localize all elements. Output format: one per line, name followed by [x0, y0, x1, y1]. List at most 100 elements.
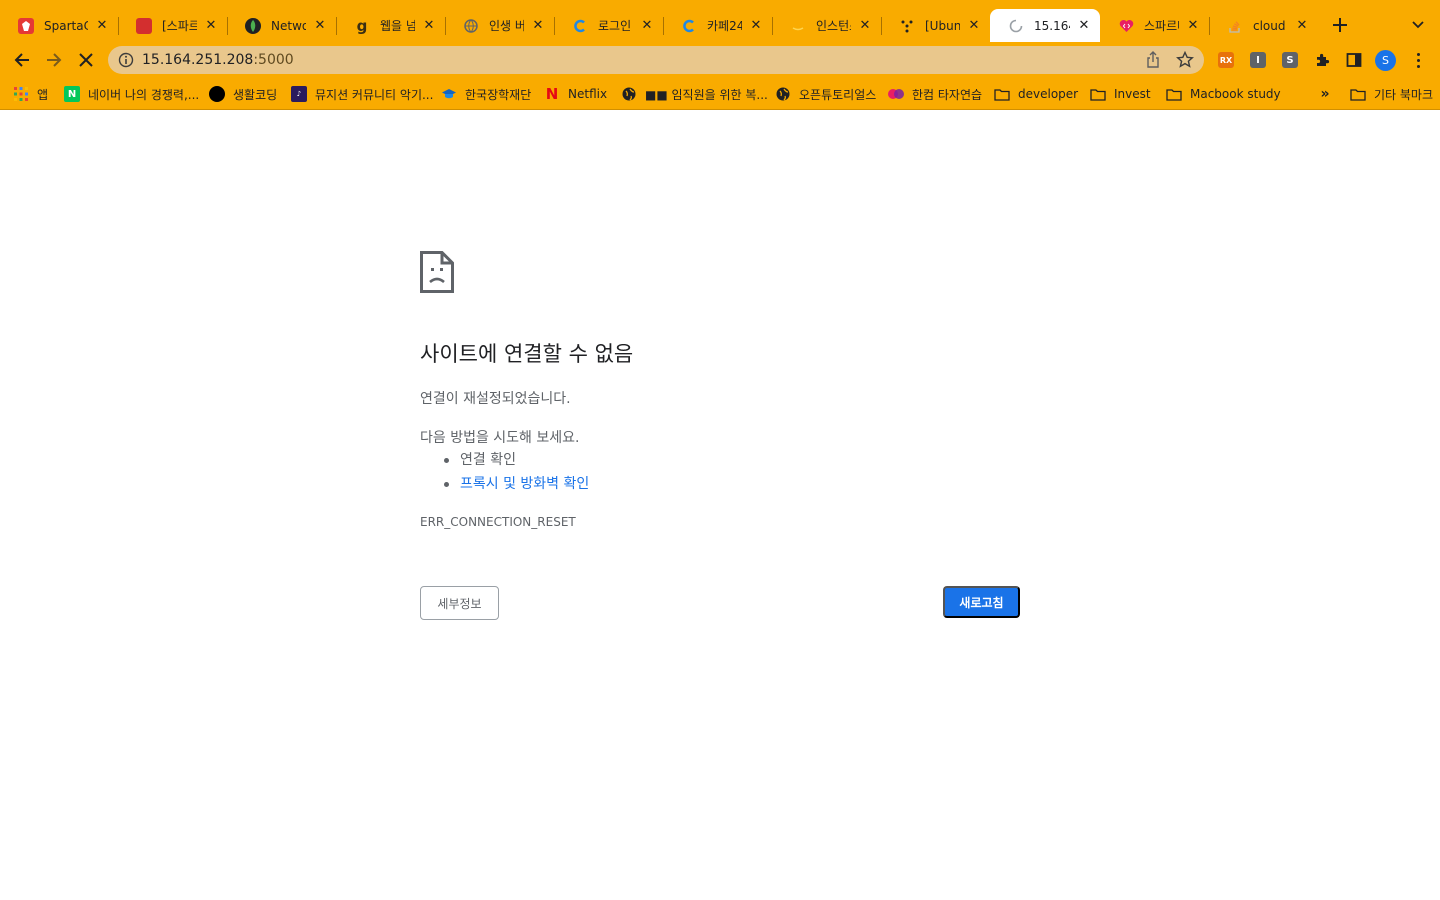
netflix-icon: N [545, 85, 559, 103]
close-tab-icon[interactable]: ✕ [530, 18, 546, 34]
bookmark-folder-developer[interactable]: developer [994, 85, 1078, 103]
other-bookmarks-folder[interactable]: 기타 북마크 [1350, 85, 1433, 103]
bookmark-employee-welfare[interactable]: ■■ 임직원을 위한 복... [621, 85, 768, 103]
bookmark-naver[interactable]: N 네이버 나의 경쟁력,... [64, 85, 199, 103]
close-tab-icon[interactable]: ✕ [421, 18, 437, 34]
sad-page-icon [420, 251, 454, 293]
close-tab-icon[interactable]: ✕ [1294, 18, 1310, 34]
bookmark-label: 오픈튜토리얼스 [799, 87, 877, 102]
bookmark-folder-invest[interactable]: Invest [1090, 85, 1151, 103]
heart-code-icon [1118, 18, 1134, 34]
tab-7[interactable]: 카페24 호 ✕ [663, 9, 773, 42]
close-tab-icon[interactable]: ✕ [966, 18, 982, 34]
rx-extension-icon[interactable]: RX [1218, 52, 1234, 68]
mongodb-leaf-icon [245, 17, 261, 34]
forward-button[interactable] [41, 47, 67, 73]
extension-label: RX [1219, 55, 1233, 65]
error-description: 연결이 재설정되었습니다. [420, 391, 571, 407]
url-port: :5000 [253, 52, 294, 68]
close-tab-icon[interactable]: ✕ [203, 18, 219, 34]
info-icon[interactable] [118, 52, 134, 68]
error-page: 사이트에 연결할 수 없음 연결이 재설정되었습니다. 다음 방법을 시도해 보… [0, 111, 1440, 900]
tab-1[interactable]: SpartaC ✕ [0, 9, 119, 42]
side-panel-icon[interactable] [1346, 52, 1362, 68]
tab-2[interactable]: [스파르타 ✕ [118, 9, 228, 42]
tab-8[interactable]: 인스턴스 ✕ [772, 9, 882, 42]
tab-6[interactable]: 로그인 | 카 ✕ [554, 9, 664, 42]
extension-label: I [1256, 54, 1260, 66]
tab-9[interactable]: [Ubuntu ✕ [881, 9, 991, 42]
close-tab-icon[interactable]: ✕ [1076, 18, 1092, 34]
tab-4[interactable]: g 웹을 넘어 ✕ [336, 9, 446, 42]
arrow-right-icon [47, 53, 62, 67]
tab-11[interactable]: 스파르타 ✕ [1100, 9, 1210, 42]
chevron-down-icon [1412, 21, 1424, 29]
grad-cap-icon [441, 86, 457, 102]
share-icon[interactable] [1144, 51, 1162, 69]
stackoverflow-icon [1227, 18, 1243, 34]
extension-label: S [1286, 54, 1294, 66]
close-tab-icon[interactable]: ✕ [94, 18, 110, 34]
tab-title: [스파르타 [162, 19, 197, 33]
suggestion-check-proxy-firewall-link[interactable]: 프록시 및 방화벽 확인 [440, 475, 589, 499]
tab-12[interactable]: cloud - ✕ [1209, 9, 1318, 42]
puzzle-extensions-icon[interactable] [1314, 52, 1330, 68]
bookmark-hancom-typing[interactable]: 한컴 타자연습 [888, 85, 982, 103]
folder-icon [1166, 86, 1182, 102]
tab-3[interactable]: Network ✕ [227, 9, 337, 42]
error-title: 사이트에 연결할 수 없음 [420, 342, 634, 366]
profile-avatar[interactable]: S [1375, 50, 1396, 71]
close-icon [79, 53, 93, 67]
tab-title: 인스턴스 [816, 19, 851, 33]
loading-spinner-icon [1008, 18, 1024, 34]
close-tab-icon[interactable]: ✕ [639, 18, 655, 34]
url-host: 15.164.251.208 [142, 52, 254, 68]
folder-icon [994, 86, 1010, 102]
bookmark-opentutorials-coding[interactable]: 생활코딩 [209, 85, 277, 103]
apps-grid-icon [13, 86, 29, 102]
bookmark-netflix[interactable]: N Netflix [544, 85, 607, 103]
sparta-icon [18, 17, 34, 34]
close-tab-icon[interactable]: ✕ [857, 18, 873, 34]
url-text[interactable]: 15.164.251.208:5000 [142, 52, 294, 68]
suggestion-check-connection: 연결 확인 [440, 451, 589, 475]
tab-strip: SpartaC ✕ [스파르타 ✕ Network ✕ g 웹을 넘어 ✕ 인생… [0, 0, 1440, 42]
tab-title: Network [271, 18, 306, 33]
address-bar[interactable]: 15.164.251.208:5000 [108, 46, 1204, 74]
tab-10-active[interactable]: 15.164.2 ✕ [990, 9, 1100, 42]
back-button[interactable] [9, 47, 35, 73]
naver-icon: N [64, 86, 80, 102]
bookmarks-bar: 앱 N 네이버 나의 경쟁력,... 생활코딩 ♪ 뮤지션 커뮤니티 악기...… [0, 78, 1440, 110]
close-tab-icon[interactable]: ✕ [1185, 18, 1201, 34]
tab-title: 로그인 | 카 [598, 19, 633, 33]
tab-title: 웹을 넘어 [380, 19, 415, 33]
stop-loading-button[interactable] [73, 47, 99, 73]
bookmark-label: Invest [1114, 87, 1151, 101]
new-tab-button[interactable] [1328, 13, 1352, 37]
details-button[interactable]: 세부정보 [420, 586, 499, 620]
reload-button[interactable]: 새로고침 [943, 586, 1020, 618]
suggestion-list: 연결 확인 프록시 및 방화벽 확인 [440, 451, 589, 499]
bookmark-opentutorials[interactable]: 오픈튜토리얼스 [775, 85, 876, 103]
close-tab-icon[interactable]: ✕ [312, 18, 328, 34]
tab-title: 15.164.2 [1034, 18, 1070, 33]
s-extension-icon[interactable]: S [1282, 52, 1298, 68]
bookmark-label: 뮤지션 커뮤니티 악기... [315, 87, 434, 102]
cafe24-c-icon [681, 18, 697, 34]
bookmark-musician-community[interactable]: ♪ 뮤지션 커뮤니티 악기... [291, 85, 433, 103]
bookmark-label: 네이버 나의 경쟁력,... [88, 87, 200, 102]
more-menu-icon[interactable] [1410, 50, 1426, 70]
folder-icon [1350, 86, 1366, 102]
bookmark-label: 한컴 타자연습 [912, 87, 983, 102]
bookmark-kosaf[interactable]: 한국장학재단 [441, 85, 531, 103]
bookmarks-overflow-button[interactable]: » [1317, 85, 1333, 103]
tab-search-button[interactable] [1406, 13, 1430, 37]
tab-5[interactable]: 인생 버킷 ✕ [445, 9, 555, 42]
profile-initial: S [1382, 54, 1389, 67]
bookmark-folder-macbook-study[interactable]: Macbook study [1166, 85, 1281, 103]
bookmark-apps[interactable]: 앱 [13, 85, 48, 103]
i-extension-icon[interactable]: I [1250, 52, 1266, 68]
bookmark-star-icon[interactable] [1176, 50, 1194, 69]
bookmark-label: 기타 북마크 [1374, 87, 1434, 102]
close-tab-icon[interactable]: ✕ [748, 18, 764, 34]
